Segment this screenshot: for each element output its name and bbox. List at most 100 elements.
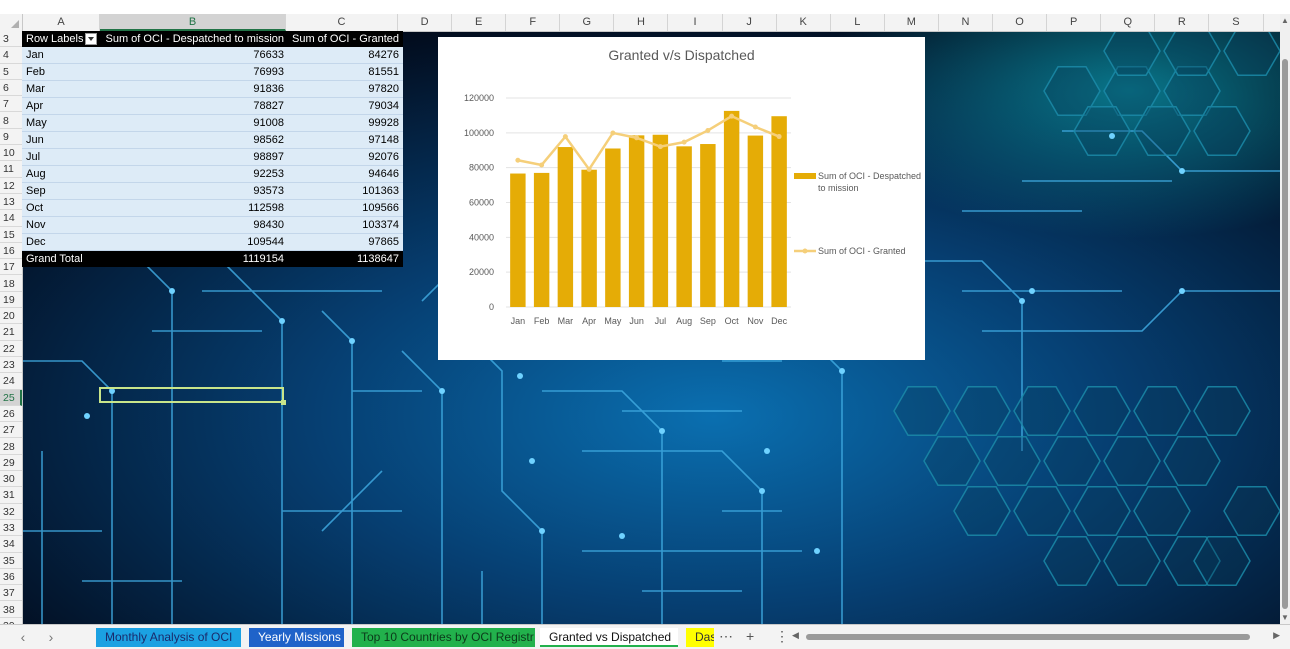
column-header-a[interactable]: A bbox=[23, 14, 100, 31]
pivot-cell-granted[interactable]: 103374 bbox=[288, 216, 403, 235]
row-header-27[interactable]: 27 bbox=[0, 422, 22, 439]
row-header-19[interactable]: 19 bbox=[0, 292, 22, 309]
filter-dropdown-icon[interactable] bbox=[85, 33, 98, 46]
column-header-g[interactable]: G bbox=[560, 14, 615, 31]
row-header-18[interactable]: 18 bbox=[0, 276, 22, 292]
row-header-5[interactable]: 5 bbox=[0, 64, 22, 80]
row-header-26[interactable]: 26 bbox=[0, 406, 22, 423]
column-header-p[interactable]: P bbox=[1047, 14, 1102, 31]
row-header-37[interactable]: 37 bbox=[0, 585, 22, 602]
pivot-cell-despatched[interactable]: 91008 bbox=[101, 114, 288, 133]
row-header-11[interactable]: 11 bbox=[0, 161, 22, 178]
pivot-cell-granted[interactable]: 97148 bbox=[288, 131, 403, 150]
scroll-right-icon[interactable]: ▶ bbox=[1273, 630, 1280, 641]
row-header-8[interactable]: 8 bbox=[0, 113, 22, 129]
add-sheet-icon[interactable]: + bbox=[746, 628, 754, 644]
row-header-16[interactable]: 16 bbox=[0, 243, 22, 260]
sheet-tab-2[interactable]: Yearly Missions bbox=[249, 628, 344, 647]
pivot-cell-despatched[interactable]: 93573 bbox=[101, 182, 288, 201]
pivot-cell-granted[interactable]: 94646 bbox=[288, 165, 403, 184]
column-header-r[interactable]: R bbox=[1155, 14, 1210, 31]
row-header-34[interactable]: 34 bbox=[0, 536, 22, 553]
pivot-cell-label[interactable]: Nov bbox=[22, 216, 102, 235]
next-sheet-icon[interactable]: › bbox=[44, 629, 58, 645]
pivot-cell-label[interactable]: Aug bbox=[22, 165, 102, 184]
vertical-scroll-thumb[interactable] bbox=[1282, 59, 1288, 609]
column-header-o[interactable]: O bbox=[993, 14, 1048, 31]
row-header-24[interactable]: 24 bbox=[0, 373, 22, 390]
row-header-30[interactable]: 30 bbox=[0, 471, 22, 488]
pivot-cell-granted[interactable]: 81551 bbox=[288, 63, 403, 82]
previous-sheet-icon[interactable]: ‹ bbox=[16, 629, 30, 645]
column-header-b[interactable]: B bbox=[100, 14, 286, 31]
pivot-header-despatched[interactable]: Sum of OCI - Despatched to mission bbox=[101, 31, 288, 48]
row-header-10[interactable]: 10 bbox=[0, 145, 22, 162]
select-all-corner[interactable] bbox=[0, 14, 23, 31]
row-header-14[interactable]: 14 bbox=[0, 210, 22, 227]
row-header-13[interactable]: 13 bbox=[0, 194, 22, 211]
pivot-cell-label[interactable]: Apr bbox=[22, 97, 102, 116]
sheet-tab-5[interactable]: Das bbox=[686, 628, 714, 647]
pivot-cell-granted[interactable]: 92076 bbox=[288, 148, 403, 167]
more-sheets-icon[interactable]: ⋯ bbox=[719, 628, 733, 645]
sheet-tab-1[interactable]: Monthly Analysis of OCI bbox=[96, 628, 241, 647]
row-header-25[interactable]: 25 bbox=[0, 389, 22, 406]
pivot-cell-granted[interactable]: 97865 bbox=[288, 233, 403, 252]
column-header-l[interactable]: L bbox=[831, 14, 885, 31]
row-header-33[interactable]: 33 bbox=[0, 520, 22, 537]
row-header-23[interactable]: 23 bbox=[0, 357, 22, 374]
pivot-cell-despatched[interactable]: 76633 bbox=[101, 47, 288, 65]
row-header-29[interactable]: 29 bbox=[0, 455, 22, 472]
row-header-31[interactable]: 31 bbox=[0, 487, 22, 504]
row-header-12[interactable]: 12 bbox=[0, 178, 22, 194]
pivot-cell-granted[interactable]: 109566 bbox=[288, 199, 403, 218]
column-header-e[interactable]: E bbox=[452, 14, 507, 31]
pivot-cell-label[interactable]: Jul bbox=[22, 148, 102, 167]
pivot-cell-despatched[interactable]: 92253 bbox=[101, 165, 288, 184]
column-header-s[interactable]: S bbox=[1209, 14, 1264, 31]
scroll-down-icon[interactable]: ▼ bbox=[1281, 613, 1289, 622]
scroll-left-icon[interactable]: ◀ bbox=[792, 630, 799, 641]
row-header-17[interactable]: 17 bbox=[0, 259, 22, 276]
selected-cell-b25[interactable] bbox=[99, 387, 286, 405]
row-header-20[interactable]: 20 bbox=[0, 308, 22, 325]
column-header-q[interactable]: Q bbox=[1101, 14, 1156, 31]
pivot-cell-label[interactable]: Sep bbox=[22, 182, 102, 201]
row-header-32[interactable]: 32 bbox=[0, 504, 22, 520]
pivot-cell-despatched[interactable]: 98430 bbox=[101, 216, 288, 235]
row-header-9[interactable]: 9 bbox=[0, 129, 22, 146]
grand-total-granted[interactable]: 1138647 bbox=[288, 250, 403, 268]
row-header-28[interactable]: 28 bbox=[0, 439, 22, 455]
pivot-cell-label[interactable]: Jun bbox=[22, 131, 102, 150]
row-header-22[interactable]: 22 bbox=[0, 341, 22, 357]
pivot-header-row-labels[interactable]: Row Labels bbox=[22, 31, 102, 48]
row-header-4[interactable]: 4 bbox=[0, 47, 22, 64]
pivot-cell-despatched[interactable]: 76993 bbox=[101, 63, 288, 82]
pivot-cell-label[interactable]: Mar bbox=[22, 80, 102, 99]
column-header-n[interactable]: N bbox=[939, 14, 994, 31]
pivot-cell-despatched[interactable]: 98897 bbox=[101, 148, 288, 167]
pivot-cell-granted[interactable]: 99928 bbox=[288, 114, 403, 133]
row-header-7[interactable]: 7 bbox=[0, 96, 22, 113]
row-header-36[interactable]: 36 bbox=[0, 569, 22, 586]
pivot-cell-granted[interactable]: 97820 bbox=[288, 80, 403, 99]
pivot-cell-granted[interactable]: 101363 bbox=[288, 182, 403, 201]
row-header-21[interactable]: 21 bbox=[0, 324, 22, 341]
options-icon[interactable]: ⋮ bbox=[775, 628, 789, 645]
column-header-j[interactable]: J bbox=[723, 14, 777, 31]
grand-total-despatched[interactable]: 1119154 bbox=[101, 250, 288, 268]
column-header-f[interactable]: F bbox=[506, 14, 561, 31]
pivot-cell-despatched[interactable]: 98562 bbox=[101, 131, 288, 150]
row-header-3[interactable]: 3 bbox=[0, 31, 22, 48]
grand-total-label[interactable]: Grand Total bbox=[22, 250, 102, 268]
sheet-tab-4[interactable]: Granted vs Dispatched bbox=[540, 628, 678, 647]
horizontal-scroll-thumb[interactable] bbox=[806, 634, 1250, 640]
pivot-cell-despatched[interactable]: 91836 bbox=[101, 80, 288, 99]
sheet-tab-3[interactable]: Top 10 Countries by OCI Registr bbox=[352, 628, 535, 647]
row-header-15[interactable]: 15 bbox=[0, 227, 22, 243]
pivot-cell-label[interactable]: Dec bbox=[22, 233, 102, 252]
column-header-k[interactable]: K bbox=[777, 14, 831, 31]
pivot-cell-despatched[interactable]: 78827 bbox=[101, 97, 288, 116]
chart-granted-vs-dispatched[interactable]: Granted v/s Dispatched 0 20000 40000 60000 8… bbox=[438, 37, 925, 360]
row-header-38[interactable]: 38 bbox=[0, 602, 22, 618]
